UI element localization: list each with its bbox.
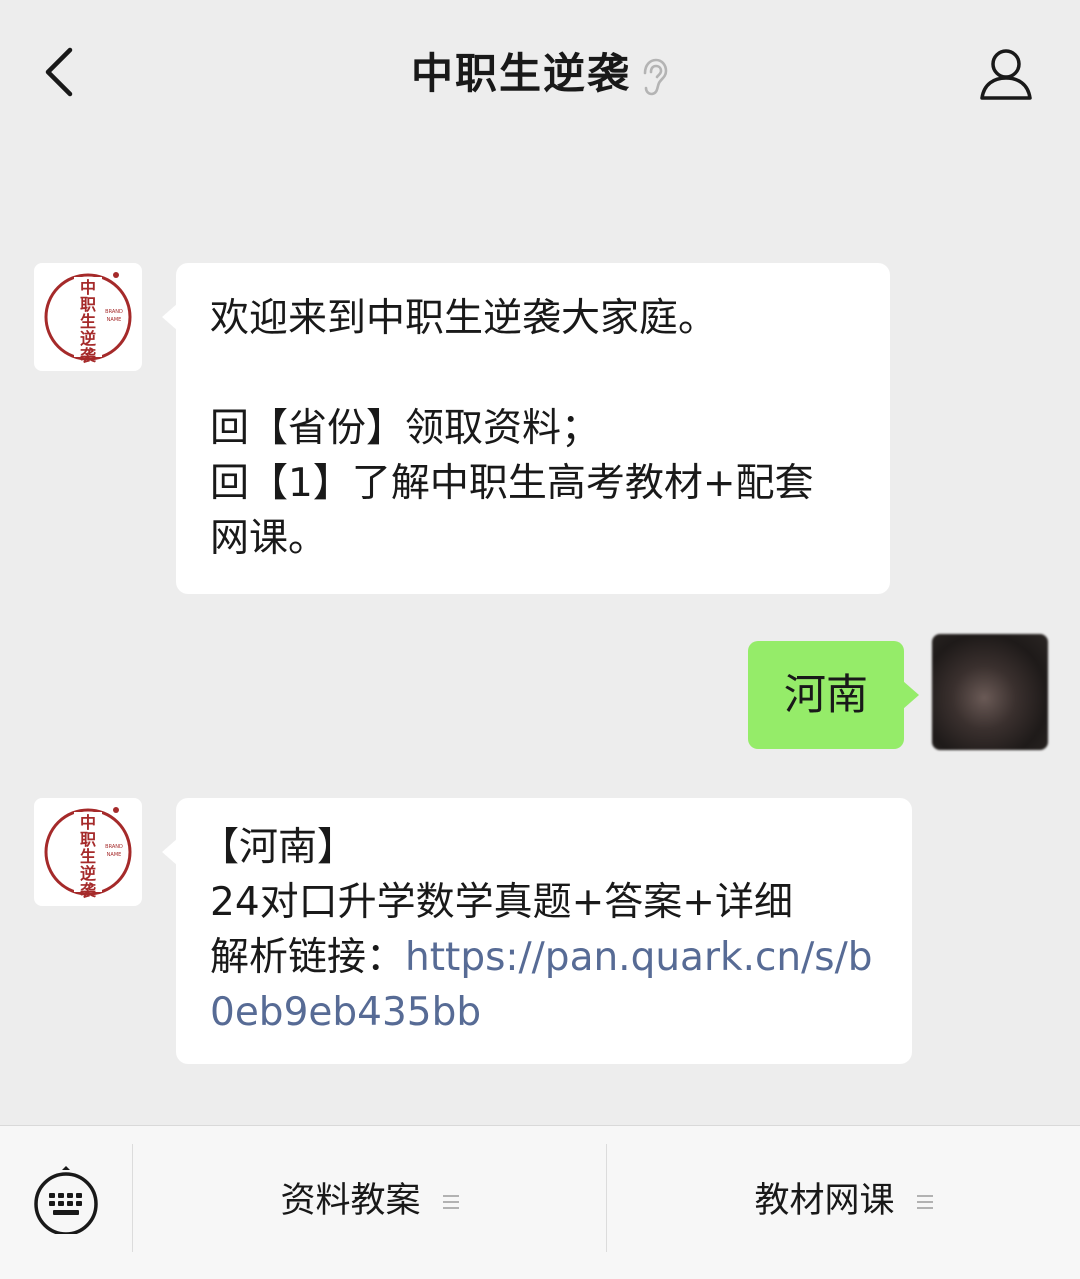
menu-item-courses[interactable]: 教材网课 (607, 1126, 1080, 1276)
nav-bar: 中职生逆袭 (0, 0, 1080, 145)
brand-avatar[interactable]: 中 职 生 逆 袭 BRAND NAME (34, 798, 142, 906)
quark-link-continued[interactable]: 0eb9eb435bb (210, 985, 880, 1040)
page-title: 中职生逆袭 (0, 44, 1080, 104)
brand-avatar[interactable]: 中 职 生 逆 袭 BRAND NAME (34, 263, 142, 371)
keyboard-button[interactable] (32, 1166, 100, 1236)
svg-text:袭: 袭 (79, 346, 97, 365)
svg-text:NAME: NAME (107, 317, 122, 323)
welcome-bubble[interactable]: 欢迎来到中职生逆袭大家庭。 回【省份】领取资料； 回【1】了解中职生高考教材+配… (162, 263, 890, 594)
quark-link[interactable]: https://pan.quark.cn/s/b (405, 935, 872, 980)
menu-item-courses-label: 教材网课 (754, 1181, 895, 1221)
ear-icon (643, 58, 668, 95)
welcome-line-3: 回【1】了解中职生高考教材+配套 (210, 461, 814, 506)
bottom-menu-bar: 资料教案 教材网课 (0, 1125, 1080, 1279)
svg-text:BRAND: BRAND (105, 844, 123, 850)
menu-lines-icon (442, 1195, 459, 1209)
keyboard-icon (34, 1166, 98, 1236)
user-reply-text: 河南 (783, 670, 868, 719)
page-title-text: 中职生逆袭 (410, 49, 631, 98)
menu-item-materials-label: 资料教案 (280, 1181, 421, 1221)
welcome-line-2: 回【省份】领取资料； (210, 406, 601, 451)
menu-item-materials[interactable]: 资料教案 (133, 1126, 606, 1276)
link-prefix: 解析链接： (210, 935, 406, 980)
welcome-line-4: 网课。 (210, 516, 328, 561)
svg-text:袭: 袭 (79, 881, 97, 900)
resource-line-1: 【河南】 (200, 825, 357, 870)
user-avatar[interactable] (932, 634, 1048, 750)
bubble-spacer (210, 346, 858, 401)
svg-text:BRAND: BRAND (105, 309, 123, 315)
person-icon (980, 49, 1032, 100)
profile-button[interactable] (976, 44, 1036, 104)
menu-lines-icon (916, 1195, 933, 1209)
resource-line-3: 解析链接：https://pan.quark.cn/s/b (210, 930, 880, 985)
resource-line-2: 24对口升学数学真题+答案+详细 (210, 880, 793, 925)
resource-bubble[interactable]: 【河南】 24对口升学数学真题+答案+详细 解析链接：https://pan.q… (162, 798, 912, 1064)
brand-logo-icon: 中 职 生 逆 袭 BRAND NAME (44, 272, 132, 365)
user-reply-bubble[interactable]: 河南 (747, 641, 920, 749)
svg-text:NAME: NAME (107, 852, 122, 858)
welcome-line-1: 欢迎来到中职生逆袭大家庭。 (210, 296, 718, 341)
brand-logo-icon: 中 职 生 逆 袭 BRAND NAME (44, 807, 132, 900)
